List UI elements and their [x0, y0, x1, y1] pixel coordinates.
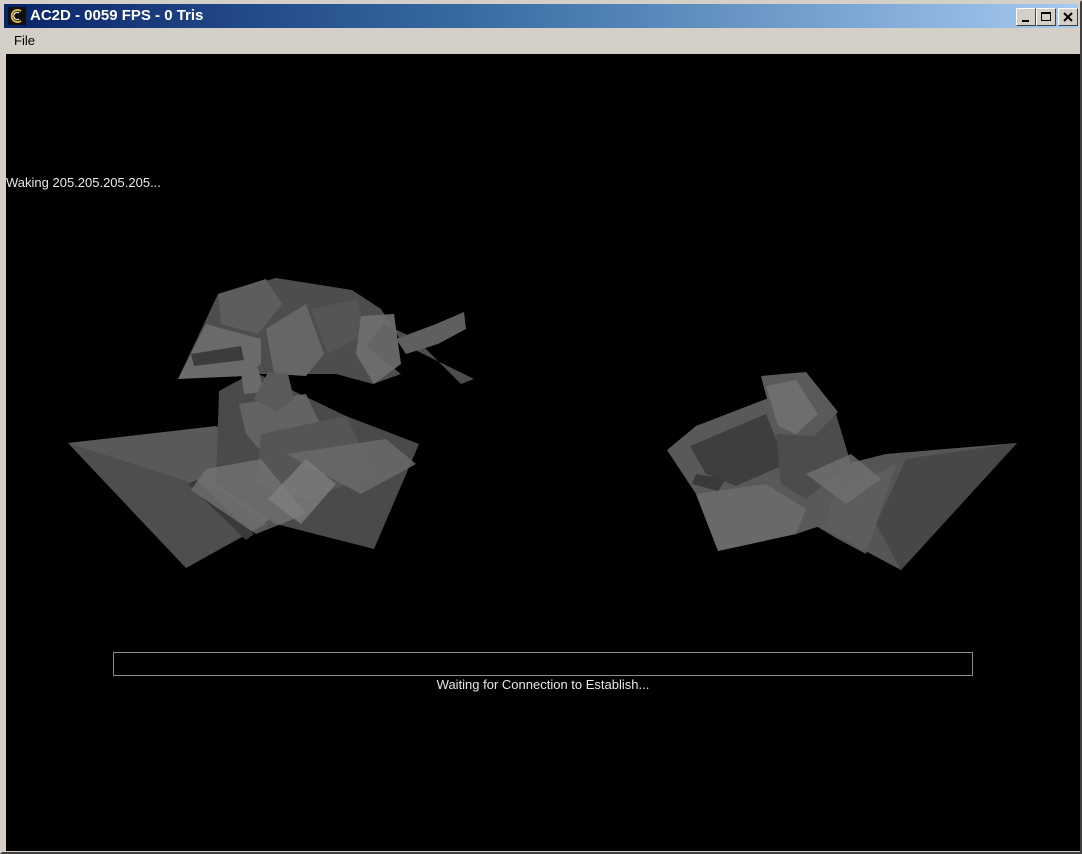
window-title: AC2D - 0059 FPS - 0 Tris	[30, 7, 204, 24]
right-creature-mesh	[667, 372, 1017, 570]
render-viewport[interactable]: Waking 205.205.205.205... Waiting for Co…	[6, 54, 1080, 851]
scene-render	[68, 278, 1017, 570]
left-creature-mesh	[68, 278, 474, 568]
app-logo-icon	[8, 7, 26, 25]
maximize-button[interactable]	[1036, 8, 1056, 26]
title-bar[interactable]: AC2D - 0059 FPS - 0 Tris	[4, 4, 1078, 28]
connection-status-label: Waiting for Connection to Establish...	[436, 677, 650, 692]
menu-bar: File	[4, 30, 1078, 52]
minimize-icon	[1022, 20, 1029, 22]
app-window: AC2D - 0059 FPS - 0 Tris File Waking 205…	[0, 0, 1082, 854]
menu-file[interactable]: File	[9, 33, 40, 49]
connection-progress-bar	[113, 652, 973, 676]
maximize-icon	[1041, 12, 1051, 21]
close-button[interactable]	[1058, 8, 1078, 26]
minimize-button[interactable]	[1016, 8, 1036, 26]
status-message: Waking 205.205.205.205...	[6, 175, 161, 190]
close-icon	[1063, 12, 1073, 22]
